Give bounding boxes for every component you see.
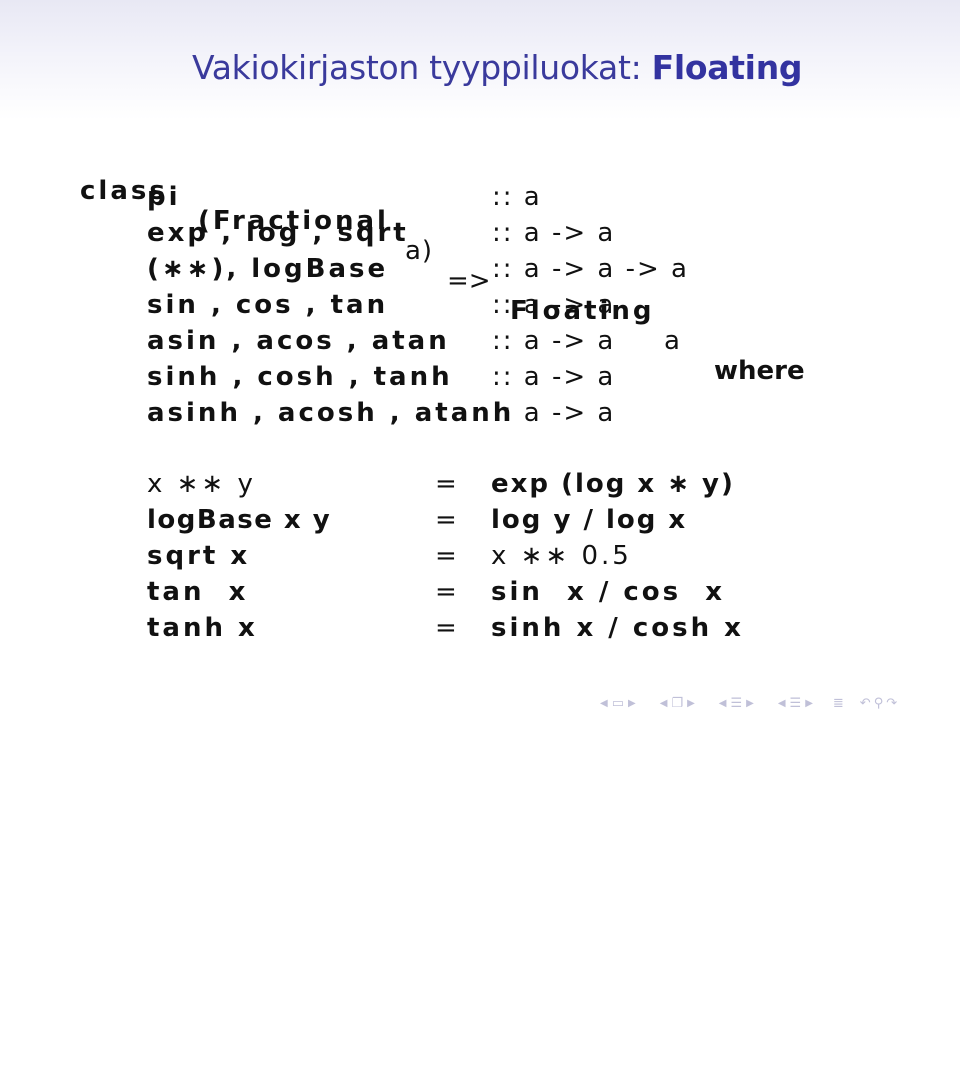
default-definitions: x ∗∗ y = exp (log x ∗ y) logBase x y = l… bbox=[147, 466, 741, 1066]
slide-title: Vakiokirjaston tyyppiluokat: Floating bbox=[192, 48, 803, 87]
definition-rhs: exp (log x ∗ y) bbox=[491, 469, 735, 499]
section-next-icon[interactable]: ▶ bbox=[746, 698, 754, 709]
forward-icon[interactable]: ↷ bbox=[886, 696, 897, 711]
signature-names: pi bbox=[147, 182, 181, 212]
signature-names: sinh , cosh , tanh bbox=[147, 362, 453, 392]
signature-type: :: a -> a bbox=[492, 362, 616, 392]
beamer-navigation: ◀ ▭ ▶ ◀ ❐ ▶ ◀ ☰ ▶ ◀ ☰ ▶ ≣ ↶ ⚲ ↷ bbox=[596, 692, 897, 714]
section-nav: ◀ ☰ ▶ bbox=[715, 696, 758, 711]
section-prev-icon[interactable]: ◀ bbox=[719, 698, 727, 709]
definition-rhs: sin x / cos x bbox=[491, 577, 725, 607]
frame-next-icon[interactable]: ▶ bbox=[628, 698, 636, 709]
definition-lhs: tan x bbox=[147, 577, 249, 607]
signature-names: exp , log , sqrt bbox=[147, 218, 409, 248]
constraint-arrow: => bbox=[447, 266, 491, 296]
slide-icon[interactable]: ☰ bbox=[790, 696, 802, 711]
definition-equals: = bbox=[435, 469, 457, 499]
definition-lhs: logBase x y bbox=[147, 505, 332, 535]
frame-icon[interactable]: ▭ bbox=[612, 696, 624, 711]
class-context-var: a) bbox=[405, 236, 434, 266]
definition-equals: = bbox=[435, 541, 457, 571]
back-icon[interactable]: ↶ bbox=[860, 696, 871, 711]
slide-title-prefix: Vakiokirjaston tyyppiluokat: bbox=[192, 48, 652, 87]
toc-icon[interactable]: ≣ bbox=[833, 696, 844, 711]
frame-nav: ◀ ▭ ▶ bbox=[596, 696, 640, 711]
definition-rhs: log y / log x bbox=[491, 505, 688, 535]
subsection-prev-icon[interactable]: ◀ bbox=[660, 698, 668, 709]
definition-lhs: tanh x bbox=[147, 613, 258, 643]
definition-rhs: sinh x / cosh x bbox=[491, 613, 744, 643]
signature-type: :: a -> a bbox=[492, 290, 616, 320]
definition-equals: = bbox=[435, 577, 457, 607]
signature-type: :: a bbox=[492, 182, 542, 212]
toc-nav: ≣ bbox=[833, 696, 844, 711]
signature-names: asin , acos , atan bbox=[147, 326, 450, 356]
slide-title-emphasis: Floating bbox=[651, 48, 803, 87]
subsection-next-icon[interactable]: ▶ bbox=[687, 698, 695, 709]
slide-next-icon[interactable]: ▶ bbox=[805, 698, 813, 709]
definition-equals: = bbox=[435, 505, 457, 535]
frame-prev-icon[interactable]: ◀ bbox=[600, 698, 608, 709]
signature-type: :: a -> a bbox=[492, 398, 616, 428]
subsection-icon[interactable]: ❐ bbox=[671, 696, 683, 711]
definition-lhs: x ∗∗ y bbox=[147, 469, 256, 499]
definition-rhs: x ∗∗ 0.5 bbox=[491, 541, 632, 571]
signature-type: :: a -> a bbox=[492, 326, 616, 356]
signature-names: (∗∗), logBase bbox=[147, 254, 389, 284]
class-var: a bbox=[664, 326, 680, 356]
class-declaration: class (Fractional a) => Floating a where bbox=[80, 143, 805, 386]
section-icon[interactable]: ☰ bbox=[730, 696, 742, 711]
definition-equals: = bbox=[435, 613, 457, 643]
keyword-where: where bbox=[714, 356, 805, 386]
slide-nav: ◀ ☰ ▶ bbox=[774, 696, 817, 711]
signature-names: asinh , acosh , atanh bbox=[147, 398, 515, 428]
signature-type: :: a -> a -> a bbox=[492, 254, 689, 284]
history-nav: ↶ ⚲ ↷ bbox=[860, 696, 897, 711]
definition-lhs: sqrt x bbox=[147, 541, 251, 571]
signature-type: :: a -> a bbox=[492, 218, 616, 248]
slide-prev-icon[interactable]: ◀ bbox=[778, 698, 786, 709]
search-icon[interactable]: ⚲ bbox=[874, 696, 884, 711]
subsection-nav: ◀ ❐ ▶ bbox=[656, 696, 699, 711]
signature-names: sin , cos , tan bbox=[147, 290, 389, 320]
